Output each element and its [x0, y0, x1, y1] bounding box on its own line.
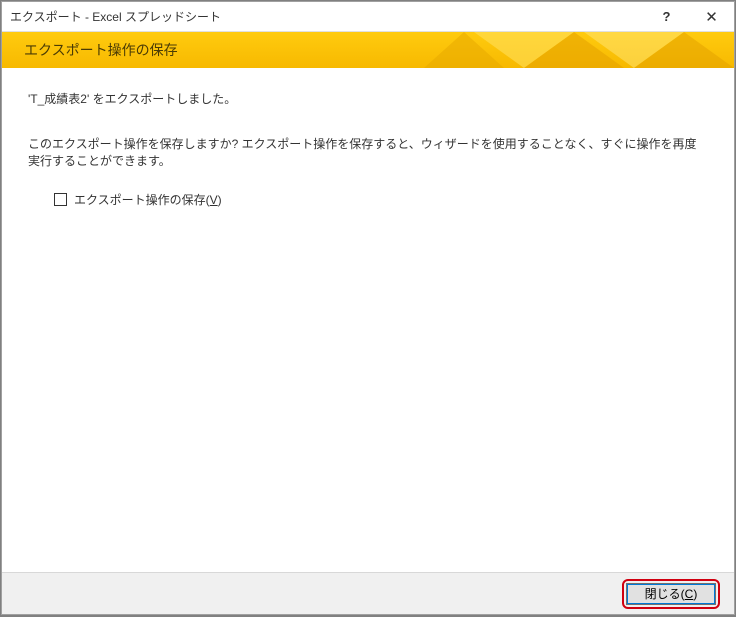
titlebar: エクスポート - Excel スプレッドシート ? ✕ — [2, 2, 734, 32]
window-close-button[interactable]: ✕ — [689, 2, 734, 31]
header-decoration — [374, 32, 734, 68]
close-button[interactable]: 閉じる(C) — [626, 583, 716, 605]
button-bar: 閉じる(C) — [2, 572, 734, 614]
window-title: エクスポート - Excel スプレッドシート — [10, 8, 644, 25]
wizard-header: エクスポート操作の保存 — [2, 32, 734, 68]
titlebar-controls: ? ✕ — [644, 2, 734, 31]
export-dialog: エクスポート - Excel スプレッドシート ? ✕ エクスポート操作の保存 … — [1, 1, 735, 615]
wizard-title: エクスポート操作の保存 — [24, 40, 178, 60]
wizard-content: 'T_成績表2' をエクスポートしました。 このエクスポート操作を保存しますか?… — [2, 68, 734, 572]
close-button-highlight: 閉じる(C) — [622, 579, 720, 609]
save-prompt-text: このエクスポート操作を保存しますか? エクスポート操作を保存すると、ウィザードを… — [28, 135, 708, 169]
help-button[interactable]: ? — [644, 2, 689, 31]
save-operation-checkbox-label[interactable]: エクスポート操作の保存(V) — [74, 191, 222, 208]
save-operation-checkbox[interactable] — [54, 193, 67, 206]
save-operation-checkbox-row: エクスポート操作の保存(V) — [28, 191, 708, 208]
export-result-text: 'T_成績表2' をエクスポートしました。 — [28, 90, 708, 107]
